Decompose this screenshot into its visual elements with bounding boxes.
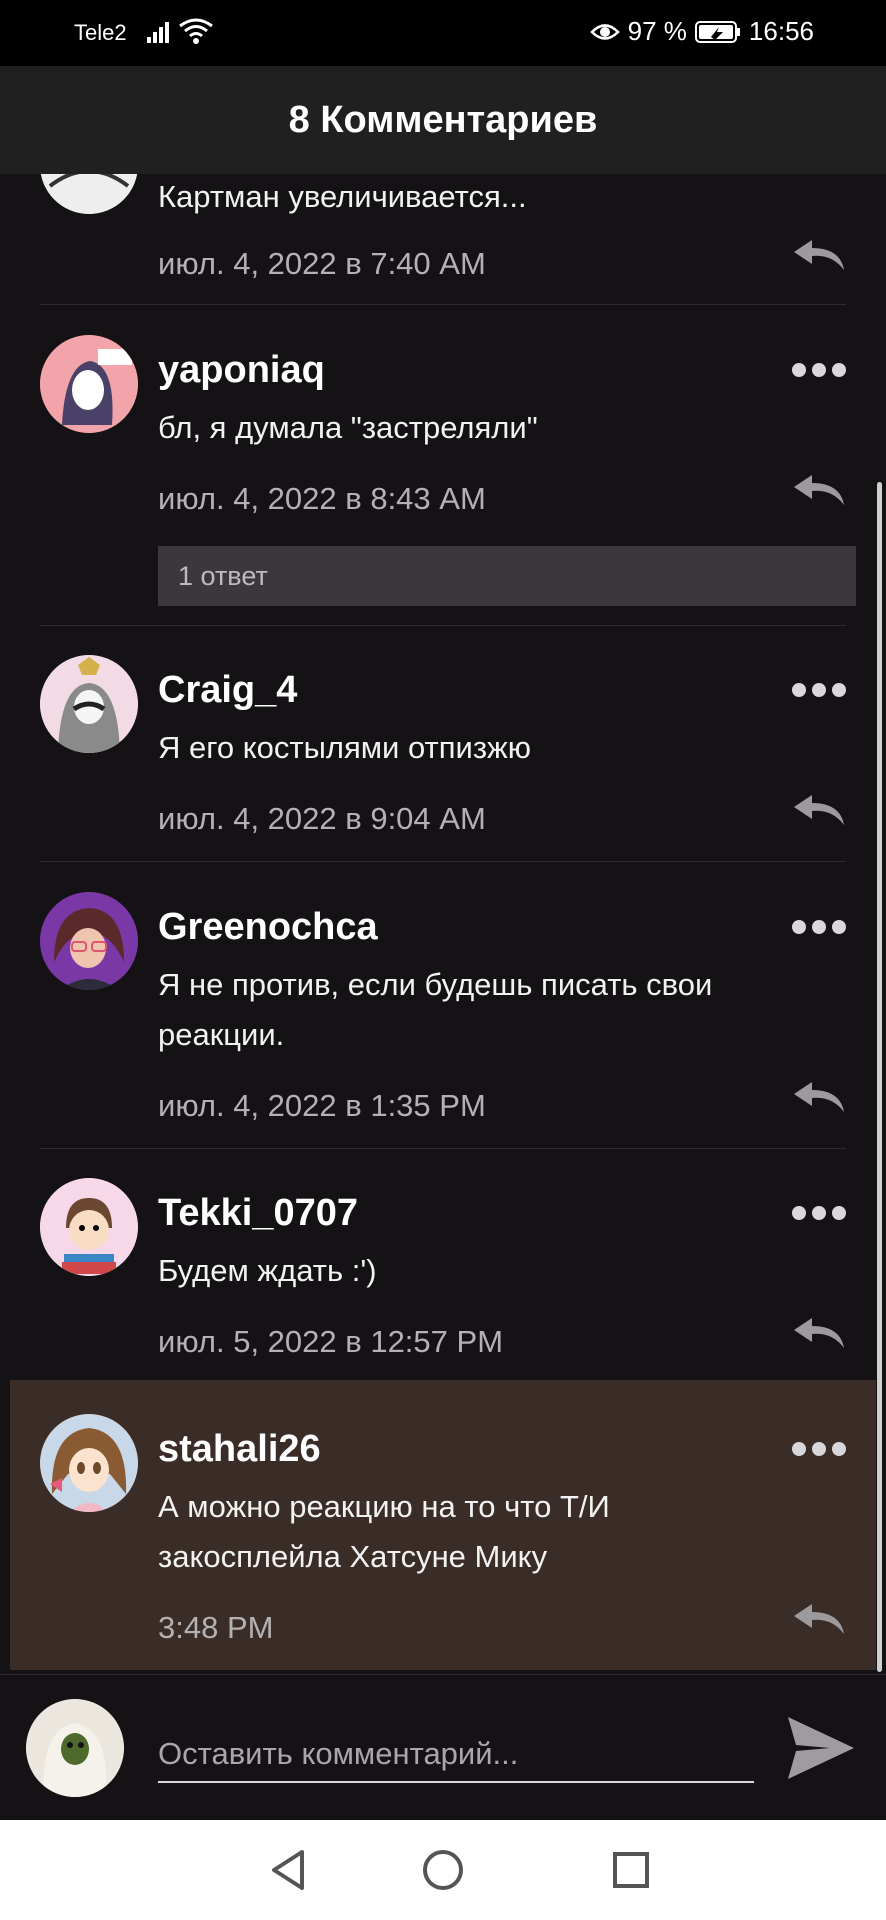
more-dots-icon[interactable] (792, 1206, 846, 1220)
comments-header: 8 Комментариев (0, 66, 886, 174)
more-dots-icon[interactable] (792, 683, 846, 697)
view-replies-button[interactable]: 1 ответ (158, 546, 856, 606)
divider (40, 304, 846, 305)
wifi-icon (179, 18, 213, 44)
comment-date: 3:48 PM (158, 1610, 274, 1645)
username[interactable]: yaponiaq (158, 349, 325, 392)
my-avatar (26, 1699, 124, 1797)
nav-recents-icon[interactable] (611, 1848, 651, 1892)
comment-text: Я не против, если будешь писать свои реа… (158, 967, 713, 1052)
carrier-name: Tele2 (74, 20, 127, 45)
avatar[interactable] (40, 174, 138, 214)
system-nav-bar (0, 1820, 886, 1920)
comment-text: Я его костылями отпизжю (158, 730, 532, 765)
nav-back-icon[interactable] (268, 1848, 308, 1892)
send-icon[interactable] (786, 1715, 856, 1781)
reply-icon[interactable] (790, 1602, 846, 1636)
username[interactable]: Craig_4 (158, 669, 297, 712)
reply-icon[interactable] (790, 793, 846, 827)
eye-icon (589, 23, 620, 40)
username[interactable]: Greenochca (158, 906, 378, 949)
username[interactable]: stahali26 (158, 1428, 321, 1471)
nav-home-icon[interactable] (421, 1848, 465, 1892)
comment-text: Картман увеличивается... (158, 179, 527, 214)
divider (40, 1148, 846, 1149)
divider (40, 625, 846, 626)
comment-composer (0, 1674, 886, 1820)
comment-input[interactable] (158, 1727, 754, 1783)
reply-icon[interactable] (790, 238, 846, 272)
comment-date: июл. 4, 2022 в 1:35 PM (158, 1088, 486, 1123)
avatar[interactable] (40, 1414, 138, 1512)
comment-date: июл. 4, 2022 в 8:43 AM (158, 481, 486, 516)
reply-icon[interactable] (790, 1316, 846, 1350)
avatar[interactable] (40, 1178, 138, 1276)
comment-text: бл, я думала "застреляли" (158, 410, 538, 445)
battery-percent: 97 % (627, 16, 687, 46)
clock: 16:56 (748, 16, 814, 46)
page-title: 8 Комментариев (288, 98, 598, 141)
comment-date: июл. 4, 2022 в 9:04 AM (158, 801, 486, 836)
comment-date: июл. 4, 2022 в 7:40 AM (158, 246, 486, 281)
comments-list[interactable]: Картман увеличивается... июл. 4, 2022 в … (0, 174, 886, 1674)
more-dots-icon[interactable] (792, 920, 846, 934)
scrollbar[interactable] (877, 482, 882, 1672)
reply-icon[interactable] (790, 473, 846, 507)
status-bar: Tele2 97 % 16:56 (0, 0, 886, 66)
more-dots-icon[interactable] (792, 363, 846, 377)
comment-text: А можно реакцию на то что Т/И закосплейл… (158, 1489, 610, 1574)
battery-icon (694, 20, 740, 43)
more-dots-icon[interactable] (792, 1442, 846, 1456)
avatar[interactable] (40, 892, 138, 990)
comment-text: Будем ждать :') (158, 1253, 377, 1288)
avatar[interactable] (40, 335, 138, 433)
reply-icon[interactable] (790, 1080, 846, 1114)
status-right: 97 % 16:56 (589, 16, 814, 47)
divider (40, 861, 846, 862)
avatar[interactable] (40, 655, 138, 753)
username[interactable]: Tekki_0707 (158, 1192, 358, 1235)
signal-icon (147, 22, 169, 43)
comment-date: июл. 5, 2022 в 12:57 PM (158, 1324, 504, 1359)
